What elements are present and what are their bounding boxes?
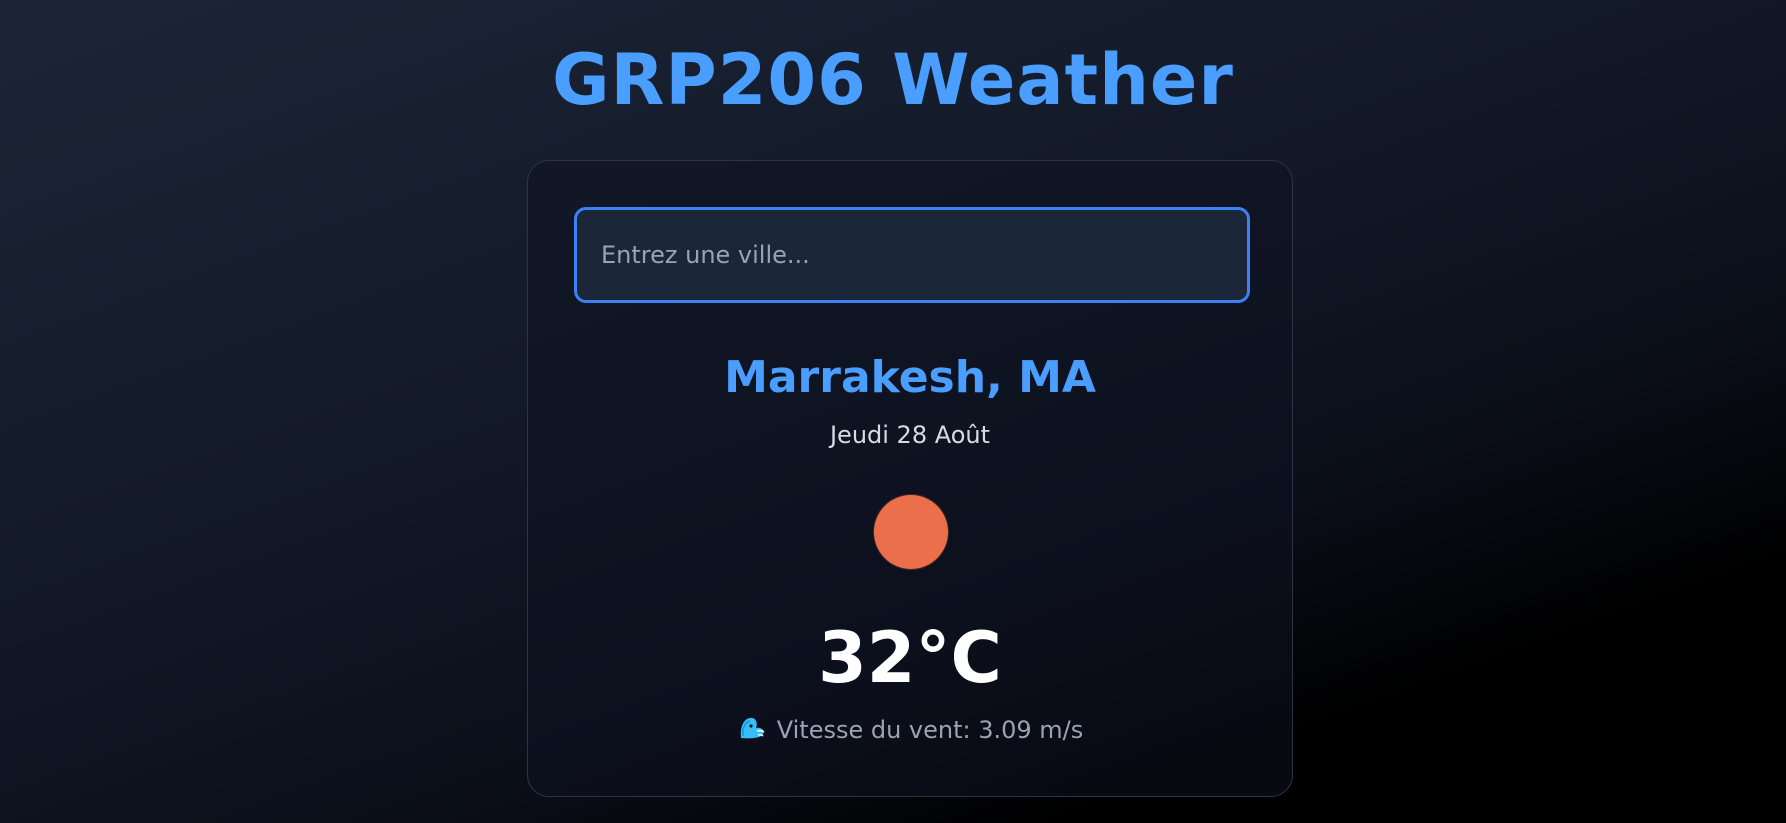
weather-card: Marrakesh, MA Jeudi 28 Août 32°C Vitesse…: [527, 160, 1293, 797]
wind-speed-row: Vitesse du vent: 3.09 m/s: [528, 713, 1292, 747]
wind-face-icon: [737, 714, 767, 742]
wind-speed-label: Vitesse du vent: 3.09 m/s: [776, 716, 1084, 744]
city-search-input[interactable]: [574, 207, 1250, 303]
city-name: Marrakesh, MA: [724, 352, 1096, 403]
temperature-value: 32°C: [818, 617, 1002, 699]
date-label: Jeudi 28 Août: [829, 421, 991, 449]
sun-icon: [874, 495, 948, 569]
app-title: GRP206 Weather: [552, 39, 1234, 121]
